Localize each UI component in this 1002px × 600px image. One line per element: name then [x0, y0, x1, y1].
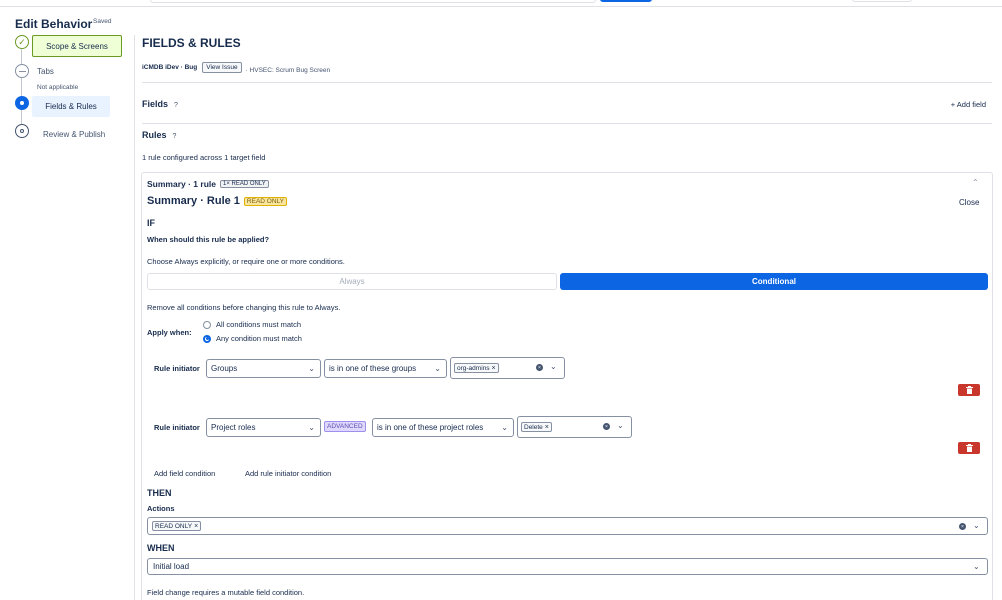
trash-icon	[965, 386, 973, 394]
if-heading: IF	[147, 218, 155, 228]
fields-heading-label: Fields	[142, 99, 169, 109]
readonly-count-badge: 1× READ ONLY	[219, 180, 269, 188]
field-change-note: Field change requires a mutable field co…	[147, 588, 305, 597]
rule-title-text: Summary · Rule 1	[147, 195, 240, 207]
value-tag-label: Delete	[524, 423, 543, 431]
remove-tag-icon[interactable]: ×	[545, 424, 549, 431]
saved-indicator: Saved	[93, 18, 112, 25]
mode-always-button[interactable]: Always	[147, 273, 557, 290]
apply-when-label: Apply when:	[147, 328, 192, 337]
chevron-down-icon[interactable]: ⌄	[973, 562, 980, 571]
clear-icon[interactable]: ×	[959, 523, 966, 530]
current-step-icon	[15, 96, 29, 110]
rule-group-header[interactable]: Summary · 1 rule 1× READ ONLY	[147, 179, 269, 189]
action-tag-label: READ ONLY	[155, 522, 193, 530]
step-review-and-publish[interactable]: Review & Publish	[43, 130, 105, 139]
step-fields-and-rules[interactable]: Fields & Rules	[32, 96, 110, 117]
top-primary-button[interactable]	[600, 0, 652, 2]
add-field-button[interactable]: + Add field	[951, 100, 986, 109]
step-tabs-status: Not applicable	[37, 84, 79, 91]
condition-operator-value: is in one of these groups	[329, 364, 417, 373]
rules-heading: Rules?	[142, 130, 176, 140]
top-app-bar	[0, 0, 1002, 7]
help-icon[interactable]: ?	[174, 102, 178, 109]
close-rule-button[interactable]: Close	[959, 198, 979, 207]
rules-heading-label: Rules	[142, 130, 167, 140]
action-tag: READ ONLY ×	[152, 521, 202, 531]
condition-values-field[interactable]: org-admins ×	[450, 357, 565, 379]
fields-heading: Fields?	[142, 99, 178, 109]
top-search-field[interactable]	[150, 0, 596, 3]
readonly-badge: READ ONLY	[243, 196, 288, 206]
radio-checked-icon[interactable]	[203, 334, 211, 343]
screen-name: · HVSEC: Scrum Bug Screen	[245, 66, 331, 74]
chevron-down-icon[interactable]: ⌄	[550, 362, 557, 371]
advanced-badge: ADVANCED	[324, 421, 366, 432]
condition-operator-value: is in one of these project roles	[377, 423, 484, 432]
actions-select[interactable]: READ ONLY ×	[147, 517, 988, 535]
pending-step-icon	[15, 124, 29, 138]
delete-condition-button[interactable]	[958, 384, 980, 396]
mode-help-text: Choose Always explicitly, or require one…	[147, 257, 345, 266]
when-value: Initial load	[153, 562, 190, 571]
chevron-down-icon: ⌄	[308, 423, 315, 432]
skipped-step-icon	[15, 64, 29, 78]
wizard-title: Edit Behavior	[15, 17, 93, 31]
top-secondary-button[interactable]	[852, 0, 912, 2]
remove-tag-icon[interactable]: ×	[492, 365, 496, 372]
condition-operator-select[interactable]: is in one of these project roles ⌄	[372, 418, 514, 437]
project-issue-type: iCMDB iDev · Bug	[142, 64, 198, 71]
add-initiator-condition-button[interactable]: Add rule initiator condition	[245, 469, 331, 478]
rules-summary: 1 rule configured across 1 target field	[142, 153, 266, 162]
condition-type-select[interactable]: Groups ⌄	[206, 359, 321, 378]
actions-label: Actions	[147, 504, 175, 513]
match-any-label: Any condition must match	[216, 334, 302, 343]
then-heading: THEN	[147, 488, 172, 498]
apply-question: When should this rule be applied?	[147, 235, 270, 244]
remove-tag-icon[interactable]: ×	[194, 523, 198, 530]
chevron-up-icon[interactable]: ⌃	[972, 178, 979, 187]
chevron-down-icon: ⌄	[501, 423, 508, 432]
clear-icon[interactable]: ×	[603, 423, 610, 430]
condition-operator-select[interactable]: is in one of these groups ⌄	[324, 359, 447, 378]
step-scope-and-screens[interactable]: Scope & Screens	[32, 35, 122, 57]
match-all-label: All conditions must match	[216, 320, 302, 329]
step-tabs[interactable]: Tabs	[37, 67, 54, 76]
condition-type-value: Groups	[211, 364, 238, 373]
page-title: FIELDS & RULES	[142, 36, 241, 50]
rule-group-title: Summary · 1 rule	[147, 179, 216, 189]
chevron-down-icon: ⌄	[308, 364, 315, 373]
section-divider	[142, 123, 992, 124]
condition-label: Rule initiator	[154, 364, 200, 373]
view-issue-button[interactable]: View Issue	[202, 62, 242, 73]
condition-type-select[interactable]: Project roles ⌄	[206, 418, 321, 437]
condition-label: Rule initiator	[154, 423, 200, 432]
condition-type-value: Project roles	[211, 423, 256, 432]
check-icon: ✓	[15, 35, 29, 49]
value-tag-label: org-admins	[457, 364, 490, 372]
trash-icon	[965, 444, 973, 452]
help-icon[interactable]: ?	[173, 133, 177, 140]
value-tag: org-admins ×	[454, 363, 499, 373]
value-tag: Delete ×	[521, 422, 552, 432]
delete-condition-button[interactable]	[958, 442, 980, 454]
clear-icon[interactable]: ×	[536, 364, 543, 371]
context-line: iCMDB iDev · Bug View Issue · HVSEC: Scr…	[142, 62, 331, 74]
rule-title: Summary · Rule 1 READ ONLY	[147, 195, 288, 207]
step-connector-line	[21, 49, 22, 126]
section-divider	[142, 82, 992, 83]
when-heading: WHEN	[147, 543, 175, 553]
chevron-down-icon: ⌄	[434, 364, 441, 373]
add-field-condition-button[interactable]: Add field condition	[154, 469, 215, 478]
mode-conditional-button[interactable]: Conditional	[560, 273, 988, 290]
chevron-down-icon[interactable]: ⌄	[973, 521, 980, 530]
chevron-down-icon[interactable]: ⌄	[617, 421, 624, 430]
match-all-option[interactable]: All conditions must match	[203, 320, 301, 329]
column-divider	[134, 35, 135, 600]
radio-unchecked-icon[interactable]	[203, 320, 211, 329]
condition-values-field[interactable]: Delete ×	[517, 416, 632, 438]
match-any-option[interactable]: Any condition must match	[203, 334, 302, 343]
remove-conditions-note: Remove all conditions before changing th…	[147, 303, 341, 312]
when-select[interactable]: Initial load	[147, 558, 988, 575]
